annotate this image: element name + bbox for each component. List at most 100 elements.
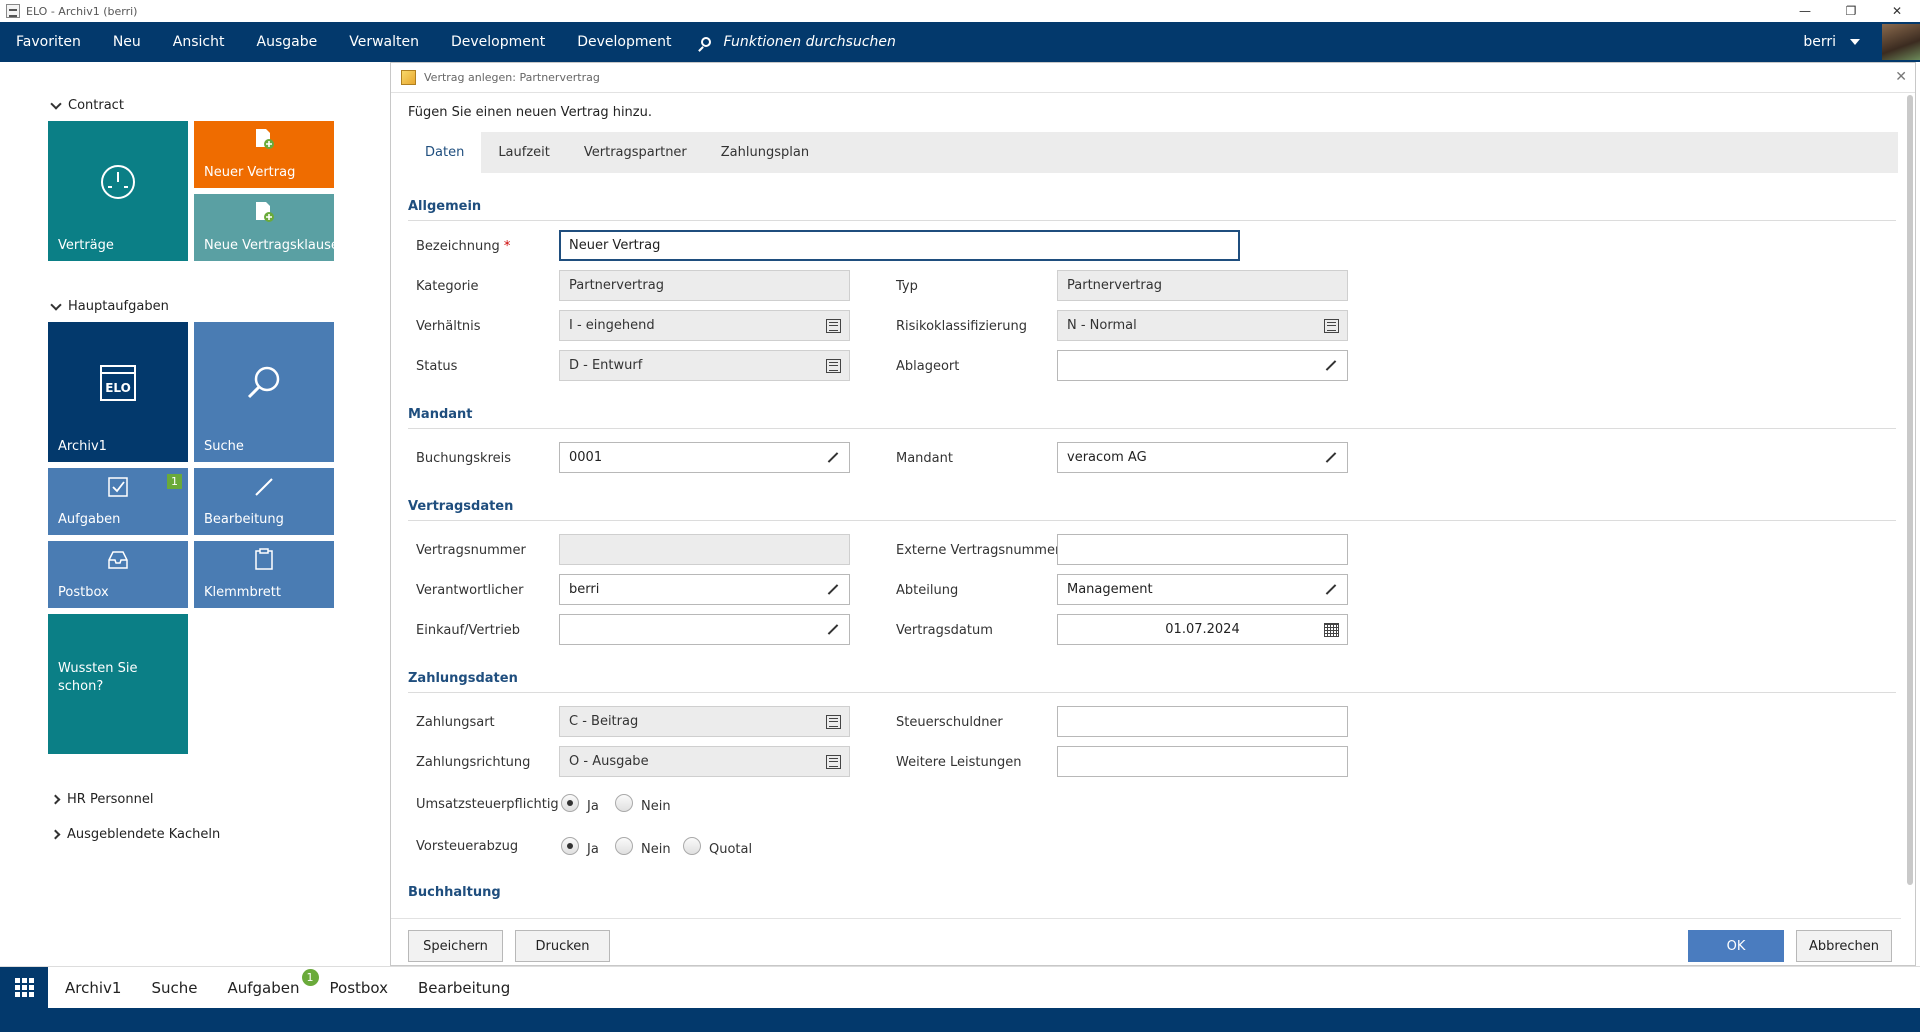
dialog-scrollbar[interactable] (1907, 95, 1913, 885)
group-ausgeblendete-kacheln[interactable]: Ausgeblendete Kacheln (50, 827, 220, 842)
tile-bearbeitung[interactable]: Bearbeitung (194, 468, 334, 535)
tile-label: Bearbeitung (204, 512, 284, 527)
list-icon[interactable] (826, 715, 841, 729)
tile-wussten-sie-schon[interactable]: Wussten Sie schon? (48, 614, 188, 754)
menu-ausgabe[interactable]: Ausgabe (241, 22, 334, 62)
group-contract[interactable]: Contract (50, 97, 124, 113)
radio-checked[interactable] (561, 837, 579, 855)
buchungskreis-field[interactable]: 0001 (559, 442, 850, 473)
menu-development-1[interactable]: Development (435, 22, 561, 62)
document-icon (401, 70, 416, 85)
verantwortlicher-field[interactable]: berri (559, 574, 850, 605)
tile-neue-vertragsklausel[interactable]: Neue Vertragsklausel (194, 194, 334, 261)
ust-radio-nein[interactable]: Nein (615, 794, 671, 815)
close-icon[interactable]: ✕ (1895, 69, 1907, 85)
tile-postbox[interactable]: Postbox (48, 541, 188, 608)
inbox-icon (108, 551, 128, 569)
checkbox-icon (108, 477, 128, 497)
radio-unchecked[interactable] (615, 794, 633, 812)
save-button[interactable]: Speichern (408, 930, 503, 962)
menu-neu[interactable]: Neu (97, 22, 157, 62)
label-vorsteuerabzug: Vorsteuerabzug (416, 839, 519, 854)
chevron-down-icon (50, 298, 62, 311)
externe-vertragsnummer-field[interactable] (1057, 534, 1348, 565)
verhaeltnis-select[interactable]: I - eingehend (559, 310, 850, 341)
bezeichnung-field[interactable]: Neuer Vertrag (559, 230, 1240, 261)
restore-button[interactable]: ❐ (1828, 0, 1874, 22)
menu-favoriten[interactable]: Favoriten (0, 22, 97, 62)
einkauf-vertrieb-field[interactable] (559, 614, 850, 645)
app-grid-button[interactable] (0, 966, 48, 1009)
status-select[interactable]: D - Entwurf (559, 350, 850, 381)
tab-daten[interactable]: Daten (408, 132, 482, 173)
zahlungsart-select[interactable]: C - Beitrag (559, 706, 850, 737)
label-weitere: Weitere Leistungen (896, 755, 1022, 770)
radio-checked[interactable] (561, 794, 579, 812)
pen-icon[interactable] (1324, 451, 1339, 465)
label-einkauf: Einkauf/Vertrieb (416, 623, 521, 638)
tab-zahlungsplan[interactable]: Zahlungsplan (704, 132, 826, 173)
function-search[interactable]: Funktionen durchsuchen (701, 34, 896, 50)
pen-icon[interactable] (826, 583, 841, 597)
taskbar-bearbeitung[interactable]: Bearbeitung (403, 979, 525, 997)
risiko-select[interactable]: N - Normal (1057, 310, 1348, 341)
section-allgemein: Allgemein (408, 199, 1896, 221)
taskbar-archiv1[interactable]: Archiv1 (50, 979, 136, 997)
tile-label: Neuer Vertrag (204, 165, 296, 180)
pen-icon[interactable] (826, 451, 841, 465)
list-icon[interactable] (1324, 319, 1339, 333)
steuerschuldner-field[interactable] (1057, 706, 1348, 737)
print-button[interactable]: Drucken (515, 930, 610, 962)
taskbar-postbox[interactable]: Postbox (315, 979, 404, 997)
taskbar-suche[interactable]: Suche (136, 979, 212, 997)
vertragsdatum-field[interactable]: 01.07.2024 (1057, 614, 1348, 645)
menu-development-2[interactable]: Development (561, 22, 687, 62)
weitere-leistungen-field[interactable] (1057, 746, 1348, 777)
radio-unchecked[interactable] (683, 837, 701, 855)
user-menu[interactable]: berri (1803, 22, 1860, 62)
vorsteuer-radio-ja[interactable]: Ja (561, 837, 599, 858)
minimize-button[interactable]: — (1782, 0, 1828, 22)
label-verantwortlicher: Verantwortlicher (416, 583, 524, 598)
tile-klemmbrett[interactable]: Klemmbrett (194, 541, 334, 608)
pen-icon[interactable] (826, 623, 841, 637)
menu-verwalten[interactable]: Verwalten (333, 22, 435, 62)
tab-vertragspartner[interactable]: Vertragspartner (567, 132, 704, 173)
function-search-label: Funktionen durchsuchen (723, 34, 896, 50)
label-umsatzsteuerpflichtig: Umsatzsteuerpflichtig (416, 797, 559, 812)
section-buchhaltung: Buchhaltung (408, 885, 1896, 904)
close-window-button[interactable]: ✕ (1874, 0, 1920, 22)
tile-vertraege[interactable]: Verträge (48, 121, 188, 261)
label-extern: Externe Vertragsnummer (896, 543, 1061, 558)
tile-label: Neue Vertragsklausel (204, 238, 334, 253)
tile-suche[interactable]: Suche (194, 322, 334, 462)
tile-neuer-vertrag[interactable]: Neuer Vertrag (194, 121, 334, 188)
calendar-icon[interactable] (1324, 623, 1339, 637)
group-hr-personnel[interactable]: HR Personnel (50, 792, 153, 807)
new-clause-icon (256, 202, 274, 222)
avatar[interactable] (1882, 24, 1920, 60)
tile-archiv1[interactable]: ELO Archiv1 (48, 322, 188, 462)
ust-radio-ja[interactable]: Ja (561, 794, 599, 815)
abteilung-field[interactable]: Management (1057, 574, 1348, 605)
ablageort-field[interactable] (1057, 350, 1348, 381)
pen-icon[interactable] (1324, 359, 1339, 373)
list-icon[interactable] (826, 359, 841, 373)
taskbar-aufgaben[interactable]: Aufgaben 1 (212, 968, 319, 997)
tile-aufgaben[interactable]: 1 Aufgaben (48, 468, 188, 535)
search-icon (247, 366, 280, 399)
pen-icon[interactable] (1324, 583, 1339, 597)
ok-button[interactable]: OK (1688, 930, 1784, 962)
tile-label: Aufgaben (58, 512, 121, 527)
radio-unchecked[interactable] (615, 837, 633, 855)
vorsteuer-radio-quotal[interactable]: Quotal (683, 837, 752, 858)
menu-ansicht[interactable]: Ansicht (157, 22, 241, 62)
tab-laufzeit[interactable]: Laufzeit (481, 132, 567, 173)
group-hauptaufgaben[interactable]: Hauptaufgaben (50, 298, 169, 314)
zahlungsrichtung-select[interactable]: O - Ausgabe (559, 746, 850, 777)
cancel-button[interactable]: Abbrechen (1796, 930, 1892, 962)
mandant-field[interactable]: veracom AG (1057, 442, 1348, 473)
vorsteuer-radio-nein[interactable]: Nein (615, 837, 671, 858)
list-icon[interactable] (826, 319, 841, 333)
list-icon[interactable] (826, 755, 841, 769)
